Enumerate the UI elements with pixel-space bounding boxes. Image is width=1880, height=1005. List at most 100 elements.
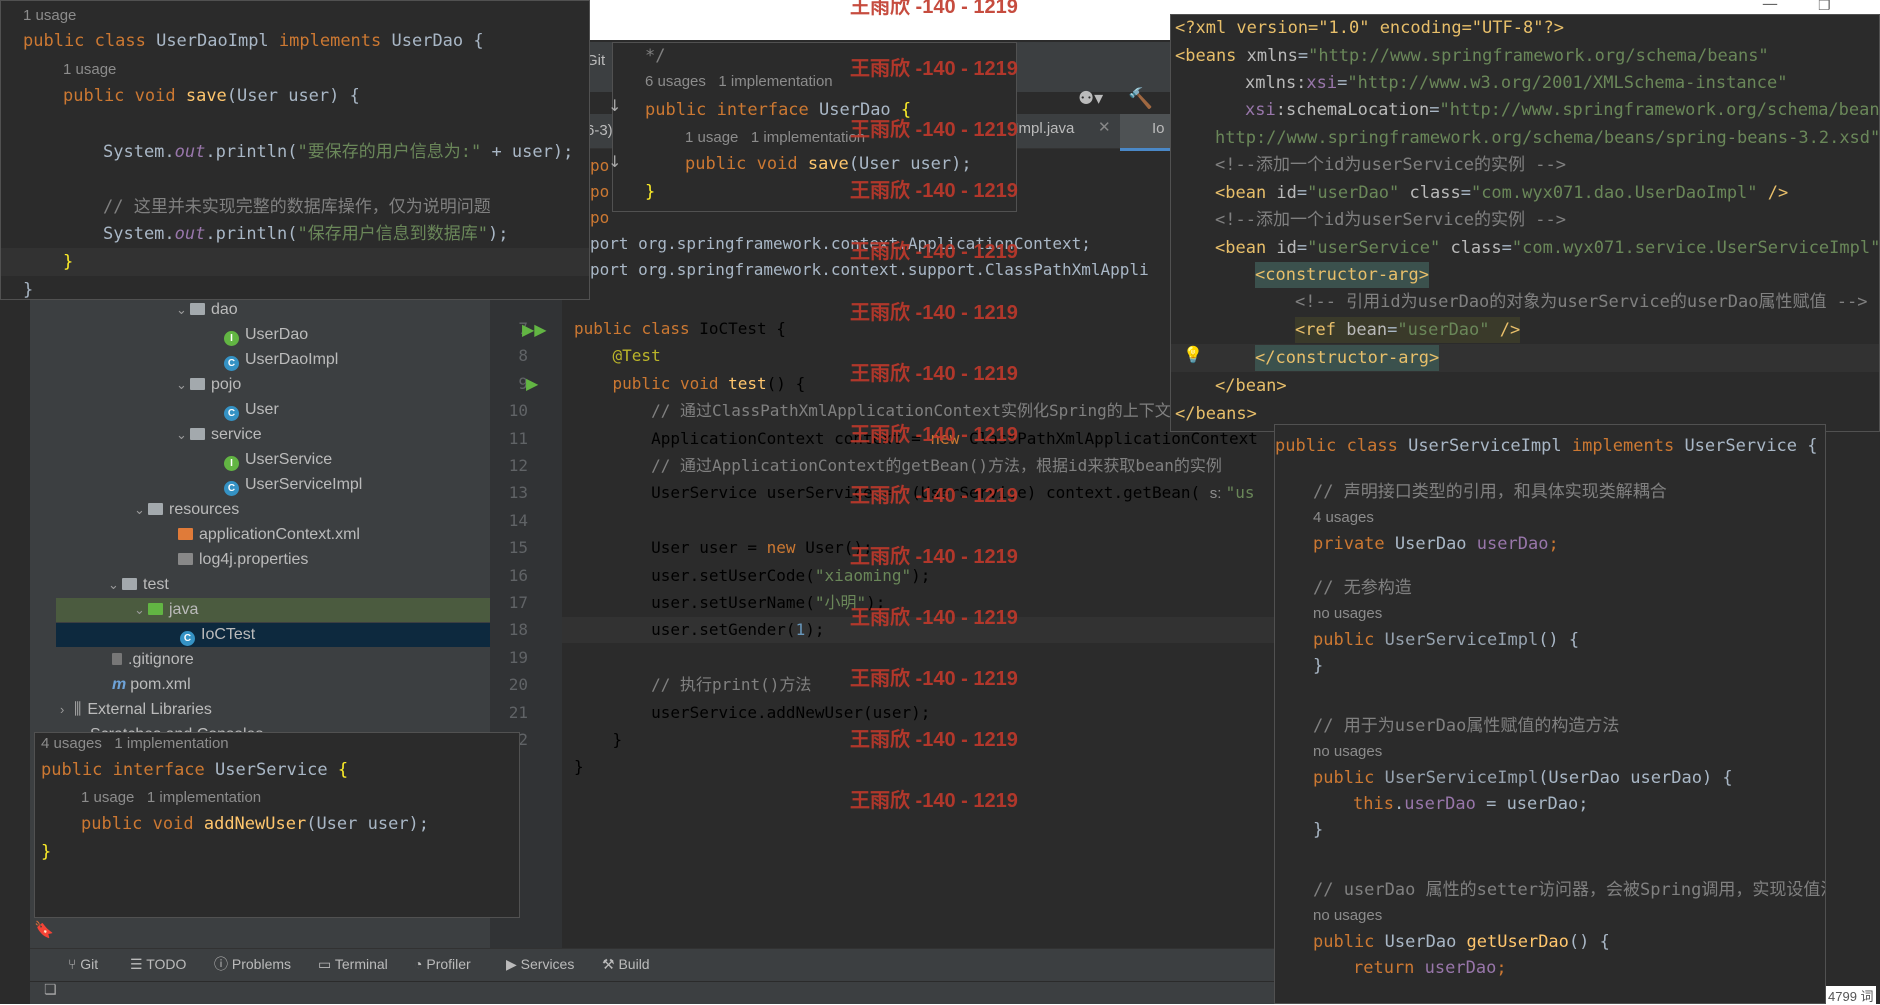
xml-beans-open: <beans xmlns="http://www.springframework… [1175,46,1769,66]
tree-item-service[interactable]: ⌄ service [176,423,262,447]
code-comment: // 用于为userDao属性赋值的构造方法 [1313,716,1620,736]
tree-item-resources[interactable]: ⌄ resources [134,498,239,522]
bottom-tab-services[interactable]: ▶ Services [506,950,574,978]
tree-item-pojo[interactable]: ⌄ pojo [176,373,241,397]
line-number: 18 [508,620,528,640]
restore-icon[interactable]: ❐ [1818,0,1831,14]
return-statement: return userDao; [1353,958,1507,978]
chevron-down-icon[interactable]: ⌄ [176,423,190,447]
interface-icon: I [224,331,239,346]
folder-icon [190,303,205,315]
word-count: 4799 词 [1826,986,1876,1005]
code-line: @Test [574,346,661,366]
usages-hint: 6 usages 1 implementation [645,73,833,90]
lightbulb-icon[interactable]: 💡 [1183,345,1203,364]
xml-comment: <!--添加一个id为userService的实例 --> [1215,210,1566,230]
chevron-right-icon[interactable]: › [60,698,74,722]
code-line: user.setGender(1); [574,620,825,640]
properties-file-icon [178,553,193,565]
usages-hint: 1 usage 1 implementation [81,789,262,806]
services-icon: ▶ [506,956,521,972]
tree-item-gitignore[interactable]: .gitignore [112,648,194,672]
tree-item-applicationcontext[interactable]: applicationContext.xml [178,523,360,547]
tree-item-java[interactable]: ⌄ java [134,598,198,622]
run-method-icon[interactable]: ▶ [526,374,538,393]
class-icon: C [224,406,239,421]
git-file-icon [112,653,122,665]
bottom-tab-profiler[interactable]: ◔ Profiler [414,950,471,978]
xml-bean-close: </bean> [1215,376,1287,396]
bottom-tab-build[interactable]: ⚒ Build [602,950,650,978]
git-icon: ⑂ [68,956,81,972]
close-brace: } [1313,656,1324,676]
xml-userdao-bean: <bean id="userDao" class="com.wyx071.dao… [1215,183,1789,203]
tree-selection-java [56,598,490,622]
minimize-icon[interactable]: — [1762,0,1778,13]
xml-userservice-bean: <bean id="userService" class="com.wyx071… [1215,238,1880,258]
assign-statement: this.userDao = userDao; [1353,794,1589,814]
chevron-down-icon[interactable]: ⌄ [108,573,122,597]
xml-constructor-arg-close: </constructor-arg> [1255,345,1440,371]
code-line: public class IoCTest { [574,319,786,338]
tree-item-userserviceimpl[interactable]: C UserServiceImpl [224,473,362,497]
line-number: 12 [508,456,528,475]
tree-item-ioctest[interactable]: C IoCTest [180,623,255,647]
code-line: } [574,730,623,749]
bottom-tab-terminal[interactable]: ▭ Terminal [318,950,388,978]
userdaoimpl-popup: 1 usage public class UserDaoImpl impleme… [0,0,590,300]
bookmark-icon[interactable]: 🔖 [34,920,54,939]
tree-item-userdao[interactable]: I UserDao [224,323,308,347]
folder-icon [190,378,205,390]
tree-item-userdaoimpl[interactable]: C UserDaoImpl [224,348,338,372]
implementation-arrow-icon[interactable]: ↓ [608,96,621,115]
usages-hint: 4 usages [1313,509,1374,526]
chevron-down-icon[interactable]: ⌄ [134,498,148,522]
xml-ref-element: <ref bean="userDao" /> [1295,317,1521,343]
profiler-icon: ◔ [414,956,427,972]
watermark-text: 王雨欣 -140 - 1219 [850,790,1018,812]
tree-item-userservice[interactable]: I UserService [224,448,332,472]
implementation-arrow-icon[interactable]: ↓ [608,152,621,171]
test-source-folder-icon [148,603,163,615]
usage-hint: 1 usage [23,7,77,24]
interface-close-brace: } [645,182,656,202]
build-hammer-icon[interactable]: 🔨 [1128,86,1153,110]
line-number: 8 [518,346,528,366]
bottom-tab-todo[interactable]: ☰ TODO [130,950,186,978]
usages-hint: no usages [1313,743,1383,760]
tree-item-user[interactable]: C User [224,398,279,422]
tab-left-fragment: 6-3) [586,122,613,139]
tree-item-log4j[interactable]: log4j.properties [178,548,308,572]
print-statement: System.out.println("要保存的用户信息为:" + user); [103,142,574,162]
watermark-text: 王雨欣 -140 - 1219 [850,58,1018,80]
tree-item-dao[interactable]: ⌄ dao [176,298,238,322]
applicationcontext-xml-popup: <?xml version="1.0" encoding="UTF-8"?> <… [1170,14,1880,432]
library-icon: ⫼ [74,701,82,718]
bottom-tab-git[interactable]: ⑂ Git [68,950,98,978]
tree-item-external-libraries[interactable]: › ⫼ External Libraries [60,698,212,722]
bottom-tab-problems[interactable]: ⓘ Problems [214,950,291,978]
current-line-highlight [1,248,589,276]
layout-icon[interactable]: ❏ [44,982,57,998]
watermark-text: 王雨欣 -140 - 1219 [850,302,1018,324]
chevron-down-icon[interactable]: ⌄ [134,598,148,622]
xml-schema-location-url: http://www.springframework.org/schema/be… [1215,128,1880,148]
user-run-icon[interactable]: ⚉▾ [1078,88,1103,109]
close-tab-icon[interactable]: ✕ [1098,118,1111,136]
tab-ioctest-label[interactable]: Io [1152,120,1165,137]
watermark-text: 王雨欣 -140 - 1219 [850,241,1018,263]
tree-item-test[interactable]: ⌄ test [108,573,169,597]
code-line: // 执行print()方法 [574,675,812,695]
chevron-down-icon[interactable]: ⌄ [176,298,190,322]
watermark-text: 王雨欣 -140 - 1219 [850,668,1018,690]
usage-hint: 1 usage [63,61,117,78]
code-line: // 通过ApplicationContext的getBean()方法，根据id… [574,456,1222,475]
line-number: 19 [508,647,528,667]
xml-xsi-namespace: xmlns:xsi="http://www.w3.org/2001/XMLSch… [1245,73,1788,93]
line-number: 13 [508,483,528,503]
chevron-down-icon[interactable]: ⌄ [176,373,190,397]
tree-item-pom[interactable]: m pom.xml [112,673,191,697]
getter-method: public UserDao getUserDao() { [1313,932,1610,952]
xml-comment: <!-- 引用id为userDao的对象为userService的userDao… [1295,292,1868,312]
run-test-icon[interactable]: ▶▶ [522,320,547,339]
